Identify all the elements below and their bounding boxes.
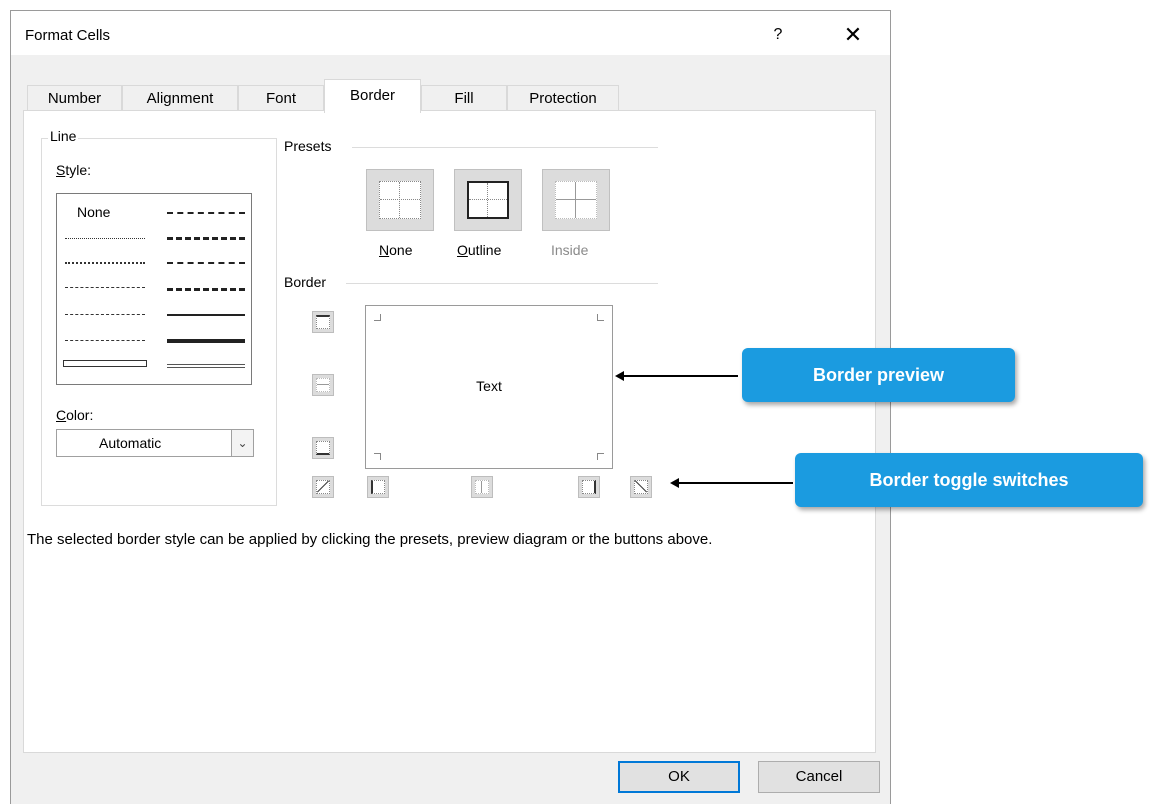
tab-alignment[interactable]: Alignment xyxy=(122,85,238,112)
bottom-border-icon xyxy=(316,441,330,455)
right-border-icon xyxy=(582,480,596,494)
preset-outline-button[interactable] xyxy=(454,169,522,231)
preset-inside-button[interactable] xyxy=(542,169,610,231)
help-button[interactable]: ? xyxy=(763,23,793,47)
diagonal-up-icon xyxy=(316,480,330,494)
callout-border-toggles: Border toggle switches xyxy=(795,453,1143,507)
tab-protection[interactable]: Protection xyxy=(507,85,619,112)
diagonal-down-border-button[interactable] xyxy=(630,476,652,498)
presets-title: Presets xyxy=(284,138,332,154)
top-border-button[interactable] xyxy=(312,311,334,333)
tab-font[interactable]: Font xyxy=(238,85,324,112)
bottom-border-button[interactable] xyxy=(312,437,334,459)
color-label: Color: xyxy=(56,407,94,423)
preset-inside-label: Inside xyxy=(551,242,589,258)
arrow-line xyxy=(623,375,738,377)
tab-number[interactable]: Number xyxy=(27,85,122,112)
corner-mark xyxy=(597,314,604,321)
line-style-medium-dash-dot-dot[interactable] xyxy=(167,212,245,214)
chevron-down-icon[interactable]: ⌄ xyxy=(231,430,253,456)
inside-horizontal-border-button[interactable] xyxy=(312,374,334,396)
preset-none-button[interactable] xyxy=(366,169,434,231)
tab-border[interactable]: Border xyxy=(324,79,421,113)
preset-none-icon xyxy=(379,181,421,219)
dialog-title: Format Cells xyxy=(25,27,111,44)
cancel-button[interactable]: Cancel xyxy=(758,761,880,793)
line-style-dash-dot-dot[interactable] xyxy=(65,287,145,288)
preset-outline-label: Outline xyxy=(457,242,502,258)
left-border-icon xyxy=(371,480,385,494)
diagonal-down-icon xyxy=(634,480,648,494)
border-separator xyxy=(346,283,658,284)
line-style-dash-dot[interactable] xyxy=(65,314,145,315)
line-style-medium-dash-dot[interactable] xyxy=(167,262,245,264)
inside-vertical-border-button[interactable] xyxy=(471,476,493,498)
style-label: Style: xyxy=(56,162,92,178)
preview-text: Text xyxy=(476,378,502,394)
corner-mark xyxy=(374,453,381,460)
preset-outline-icon xyxy=(467,181,509,219)
inside-vertical-border-icon xyxy=(475,480,489,494)
line-style-medium-dashed[interactable] xyxy=(167,288,245,291)
format-cells-dialog: Format Cells ? ✕ Number Alignment Font B… xyxy=(10,10,891,804)
corner-mark xyxy=(597,453,604,460)
left-border-button[interactable] xyxy=(367,476,389,498)
line-style-slant-dash-dot[interactable] xyxy=(167,237,245,240)
line-style-none[interactable]: None xyxy=(77,204,110,220)
corner-mark xyxy=(374,314,381,321)
color-value: Automatic xyxy=(99,435,162,451)
callout-border-preview: Border preview xyxy=(742,348,1015,402)
right-border-button[interactable] xyxy=(578,476,600,498)
title-bar: Format Cells ? ✕ xyxy=(11,11,890,55)
color-dropdown[interactable]: Automatic ⌄ xyxy=(56,429,254,457)
line-style-double[interactable] xyxy=(167,364,245,368)
line-style-dotted[interactable] xyxy=(65,262,145,264)
line-style-dashed[interactable] xyxy=(65,340,145,341)
inside-horizontal-border-icon xyxy=(316,378,330,392)
line-style-list[interactable]: None xyxy=(56,193,252,385)
line-style-medium[interactable] xyxy=(167,314,245,316)
arrow-line xyxy=(678,482,793,484)
close-button[interactable]: ✕ xyxy=(837,21,869,49)
presets-separator xyxy=(352,147,658,148)
description-text: The selected border style can be applied… xyxy=(27,531,713,548)
line-style-hair[interactable] xyxy=(65,238,145,239)
border-preview[interactable]: Text xyxy=(365,305,613,469)
border-title: Border xyxy=(284,274,327,290)
tab-fill[interactable]: Fill xyxy=(421,85,507,112)
border-tab-panel: Line Style: None Color: Automatic ⌄ Pres… xyxy=(23,110,876,753)
diagonal-up-border-button[interactable] xyxy=(312,476,334,498)
line-style-selected-thin[interactable] xyxy=(63,360,147,367)
top-border-icon xyxy=(316,315,330,329)
ok-button[interactable]: OK xyxy=(618,761,740,793)
preset-none-label: None xyxy=(379,242,413,258)
line-group-title: Line xyxy=(48,128,79,144)
preset-inside-icon xyxy=(555,181,597,219)
line-style-thick[interactable] xyxy=(167,339,245,343)
